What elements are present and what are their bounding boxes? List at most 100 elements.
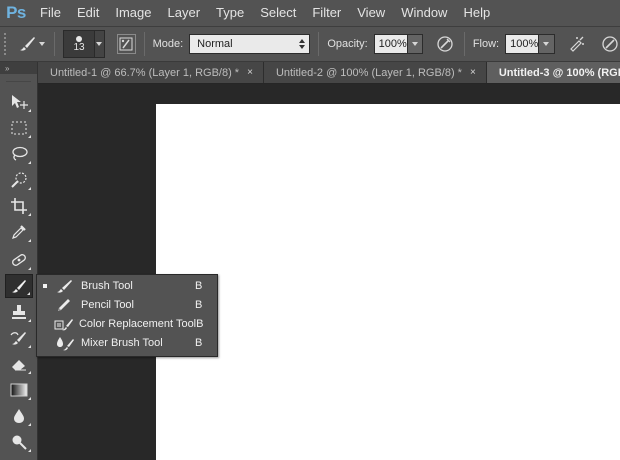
menu-image[interactable]: Image <box>107 0 159 26</box>
opacity-dropdown[interactable] <box>407 34 424 54</box>
opacity-input[interactable]: 100% <box>373 34 408 54</box>
tab-untitled-3[interactable]: Untitled-3 @ 100% (RGB/8) <box>486 62 620 83</box>
mixer-brush-icon <box>57 336 74 350</box>
tab-untitled-2[interactable]: Untitled-2 @ 100% (Layer 1, RGB/8) * × <box>263 62 487 83</box>
move-icon <box>12 95 28 109</box>
history-brush-tool[interactable] <box>5 326 33 350</box>
water-drop-icon <box>14 409 24 423</box>
menu-filter[interactable]: Filter <box>304 0 349 26</box>
crop-tool[interactable] <box>5 194 33 218</box>
brush-icon <box>19 37 35 51</box>
eyedropper-icon <box>12 225 26 239</box>
gradient-icon <box>10 383 28 397</box>
flyout-item-mixer-brush-tool[interactable]: Mixer Brush Tool B <box>37 333 217 352</box>
clone-stamp-tool[interactable] <box>5 300 33 324</box>
document-canvas[interactable] <box>156 104 620 460</box>
tab-label: Untitled-3 @ 100% (RGB/8) <box>498 67 620 79</box>
tablet-pressure-icon <box>437 36 454 52</box>
color-replacement-icon <box>54 318 73 330</box>
tools-panel-grip[interactable] <box>6 74 31 82</box>
flyout-item-brush-tool[interactable]: Brush Tool B <box>37 276 217 295</box>
move-tool[interactable] <box>5 90 33 114</box>
brush-tip-icon <box>76 35 83 42</box>
tool-preset-picker[interactable] <box>16 31 46 57</box>
flyout-item-pencil-tool[interactable]: Pencil Tool B <box>37 295 217 314</box>
dodge-icon <box>12 435 27 450</box>
tab-label: Untitled-2 @ 100% (Layer 1, RGB/8) * <box>275 67 462 79</box>
brush-size-value: 13 <box>73 41 85 53</box>
divider <box>318 32 320 56</box>
menu-type[interactable]: Type <box>208 0 252 26</box>
brush-picker-dropdown[interactable] <box>95 30 105 58</box>
chevron-down-icon <box>543 42 550 46</box>
blur-tool[interactable] <box>5 404 33 428</box>
flow-dropdown[interactable] <box>539 34 555 54</box>
flyout-item-label: Brush Tool <box>81 279 133 292</box>
tools-panel-header[interactable]: » <box>0 62 37 74</box>
options-bar: 13 Mode: Normal Opacity: 100% Flow: 100% <box>0 26 620 62</box>
toggle-brush-panel-button[interactable] <box>116 34 136 54</box>
menu-window[interactable]: Window <box>393 0 455 26</box>
chevron-down-icon <box>96 42 103 46</box>
dodge-tool[interactable] <box>5 430 33 454</box>
eraser-icon <box>12 360 26 371</box>
close-icon[interactable]: × <box>247 62 253 83</box>
healing-brush-tool[interactable] <box>5 248 33 272</box>
opacity-label: Opacity: <box>327 38 368 50</box>
quick-selection-tool[interactable] <box>5 168 33 192</box>
close-icon[interactable]: × <box>470 62 476 83</box>
flyout-item-label: Mixer Brush Tool <box>81 336 163 349</box>
airbrush-button[interactable] <box>567 33 588 55</box>
divider <box>53 32 55 56</box>
flow-input[interactable]: 100% <box>505 34 540 54</box>
lasso-icon <box>12 146 28 161</box>
brush-panel-icon <box>119 37 133 51</box>
menu-layer[interactable]: Layer <box>160 0 209 26</box>
size-pressure-button[interactable] <box>599 33 620 55</box>
updown-arrows-icon <box>295 39 309 49</box>
crop-icon <box>11 198 27 214</box>
brush-icon <box>57 279 72 293</box>
brush-icon <box>12 280 26 293</box>
eyedropper-tool[interactable] <box>5 220 33 244</box>
shortcut-key: B <box>195 279 203 292</box>
menu-file[interactable]: File <box>32 0 69 26</box>
marquee-tool[interactable] <box>5 116 33 140</box>
options-grip[interactable] <box>4 33 10 55</box>
lasso-tool[interactable] <box>5 142 33 166</box>
clone-stamp-icon <box>12 305 26 319</box>
menu-view[interactable]: View <box>349 0 393 26</box>
brush-preset-picker[interactable]: 13 <box>62 30 96 58</box>
canvas-area[interactable] <box>38 85 620 460</box>
shortcut-key: B <box>195 298 203 311</box>
document-tabs: Untitled-1 @ 66.7% (Layer 1, RGB/8) * × … <box>38 62 620 84</box>
collapse-icon[interactable]: » <box>5 64 10 73</box>
mode-select[interactable]: Normal <box>189 34 311 54</box>
tab-untitled-1[interactable]: Untitled-1 @ 66.7% (Layer 1, RGB/8) * × <box>38 62 264 83</box>
menu-select[interactable]: Select <box>252 0 304 26</box>
healing-bandage-icon <box>12 254 26 266</box>
menu-bar: Ps File Edit Image Layer Type Select Fil… <box>0 0 620 26</box>
divider <box>143 32 145 56</box>
menu-help[interactable]: Help <box>455 0 498 26</box>
tools-panel: » <box>0 62 38 460</box>
photoshop-logo[interactable]: Ps <box>0 0 32 26</box>
chevron-down-icon <box>412 42 419 46</box>
opacity-pressure-button[interactable] <box>435 33 456 55</box>
flow-label: Flow: <box>472 38 500 50</box>
menu-edit[interactable]: Edit <box>69 0 107 26</box>
tab-label: Untitled-1 @ 66.7% (Layer 1, RGB/8) * <box>50 67 240 79</box>
brush-tool[interactable] <box>5 274 33 298</box>
gradient-tool[interactable] <box>5 378 33 402</box>
chevron-down-icon <box>38 42 45 46</box>
shortcut-key: B <box>195 336 203 349</box>
flyout-item-color-replacement-tool[interactable]: Color Replacement Tool B <box>37 314 217 333</box>
mode-label: Mode: <box>152 38 184 50</box>
flyout-item-label: Pencil Tool <box>81 298 134 311</box>
airbrush-icon <box>570 36 584 52</box>
history-brush-icon <box>10 332 26 345</box>
eraser-tool[interactable] <box>5 352 33 376</box>
shortcut-key: B <box>196 317 204 330</box>
selected-bullet-icon <box>37 283 53 288</box>
mode-value: Normal <box>197 38 233 50</box>
